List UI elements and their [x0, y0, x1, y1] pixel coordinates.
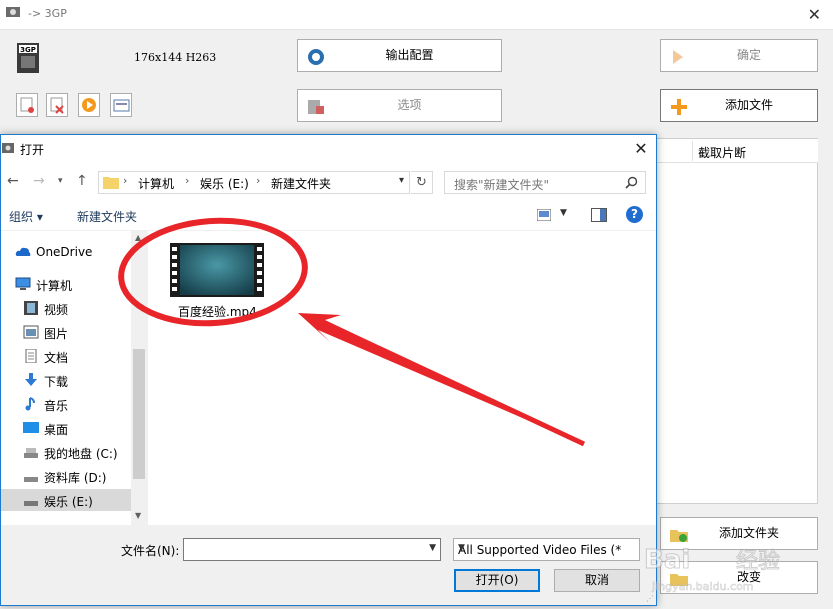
dialog-close-icon[interactable]: ✕: [626, 135, 656, 163]
svg-text:3GP: 3GP: [20, 46, 36, 54]
plus-icon: [671, 99, 687, 115]
drive-icon: [24, 477, 38, 482]
computer-icon: [15, 277, 31, 290]
file-type-select[interactable]: All Supported Video Files (*. ▼: [453, 538, 640, 561]
nav-item-drive-d[interactable]: 资料库 (D:): [1, 465, 131, 487]
confirm-button[interactable]: 确定: [660, 39, 818, 72]
video-thumbnail-icon: [170, 243, 264, 297]
nav-item-music[interactable]: 音乐: [1, 393, 131, 415]
nav-item-desktop[interactable]: 桌面: [1, 417, 131, 439]
remove-icon: [50, 97, 64, 114]
dialog-app-icon: [2, 143, 14, 153]
info-button[interactable]: [110, 93, 132, 117]
svg-text:jingyan.baidu.com: jingyan.baidu.com: [651, 580, 754, 593]
folder-icon: [103, 177, 119, 189]
view-mode-icon[interactable]: [537, 209, 551, 221]
nav-item-downloads[interactable]: 下载: [1, 369, 131, 391]
open-button[interactable]: 打开(O): [454, 569, 540, 592]
output-config-button[interactable]: 输出配置: [297, 39, 502, 72]
nav-scrollbar[interactable]: ▲ ▼: [131, 231, 147, 525]
filename-label: 文件名(N):: [121, 544, 180, 558]
file-view: 百度经验.mp4: [148, 231, 656, 525]
drive-icon: [24, 501, 38, 506]
new-folder-button[interactable]: 新建文件夹: [77, 208, 137, 225]
3gp-format-icon: 3GP: [17, 43, 39, 73]
download-icon: [25, 373, 37, 386]
clip-column-header: 截取片断: [698, 146, 747, 160]
list-header: 截取片断: [656, 139, 818, 163]
desktop-icon: [23, 422, 39, 433]
nav-item-documents[interactable]: 文档: [1, 345, 131, 367]
play-icon: [82, 98, 96, 112]
dialog-title: 打开: [20, 143, 45, 157]
preview-pane-icon[interactable]: [591, 208, 607, 222]
address-dropdown-icon[interactable]: ▾: [399, 175, 404, 186]
search-input[interactable]: 搜索"新建文件夹": [444, 171, 646, 194]
format-spec: 176x144 H263: [134, 51, 217, 64]
drive-icon: [24, 448, 38, 458]
baidu-watermark-logo: Bai 经验 jingyan.baidu.com: [644, 545, 781, 594]
gear-icon: [308, 49, 324, 65]
forward-arrow-icon[interactable]: →: [33, 173, 45, 189]
document-icon: [25, 349, 37, 363]
help-icon[interactable]: ?: [626, 206, 643, 223]
navigation-bar: ← → ▾ ↑ › 计算机 › 娱乐 (E:) › 新建文件夹 ▾ ↻ 搜索"新…: [1, 163, 656, 199]
refresh-icon[interactable]: ↻: [411, 171, 433, 194]
search-placeholder: 搜索"新建文件夹": [454, 178, 550, 192]
navigation-pane: OneDrive 计算机 视频 图片 文档 下载 音乐 桌面 我的地盘 (C:)…: [1, 231, 147, 525]
info-icon: [113, 99, 130, 112]
cancel-button[interactable]: 取消: [554, 569, 640, 592]
converter-close-icon[interactable]: ✕: [808, 5, 821, 24]
remove-button[interactable]: [46, 93, 68, 117]
app-icon: [6, 7, 20, 17]
clear-list-button[interactable]: [16, 93, 38, 117]
svg-text:Bai: Bai: [644, 545, 690, 575]
file-name-label: 百度经验.mp4: [178, 305, 257, 319]
dialog-bottom: 文件名(N): ▼ All Supported Video Files (*. …: [1, 525, 656, 605]
dialog-titlebar: 打开 ✕: [1, 135, 656, 163]
filename-input[interactable]: ▼: [183, 538, 441, 561]
converter-titlebar: -> 3GP ✕: [0, 0, 833, 30]
breadcrumb-computer[interactable]: 计算机: [138, 175, 174, 192]
options-button[interactable]: 选项: [297, 89, 502, 122]
open-dialog: 打开 ✕ ← → ▾ ↑ › 计算机 › 娱乐 (E:) › 新建文件夹 ▾ ↻…: [0, 134, 657, 606]
cloud-icon: [15, 247, 31, 256]
organize-menu[interactable]: 组织 ▾: [9, 208, 43, 225]
breadcrumb-new-folder[interactable]: 新建文件夹: [271, 175, 331, 192]
app-root: -> 3GP ✕ 3GP 176x144 H263 输出配置 选项 确定 添加文…: [0, 0, 833, 609]
file-list-panel[interactable]: [656, 138, 818, 504]
address-bar[interactable]: › 计算机 › 娱乐 (E:) › 新建文件夹 ▾: [98, 171, 410, 194]
nav-item-drive-e[interactable]: 娱乐 (E:): [1, 489, 131, 511]
video-icon: [24, 301, 38, 315]
scroll-down-icon[interactable]: ▼: [135, 511, 141, 520]
filename-dropdown-icon[interactable]: ▼: [429, 543, 436, 553]
scroll-up-icon[interactable]: ▲: [135, 233, 141, 242]
nav-item-onedrive[interactable]: OneDrive: [1, 241, 131, 263]
scrollbar-thumb[interactable]: [133, 349, 145, 479]
nav-item-pictures[interactable]: 图片: [1, 321, 131, 343]
recent-dropdown-icon[interactable]: ▾: [58, 176, 63, 186]
up-arrow-icon[interactable]: ↑: [76, 173, 88, 189]
nav-item-videos[interactable]: 视频: [1, 297, 131, 319]
command-bar: 组织 ▾ 新建文件夹 ▼ ?: [1, 199, 656, 231]
breadcrumb-drive-e[interactable]: 娱乐 (E:): [200, 175, 249, 192]
add-file-button[interactable]: 添加文件: [660, 89, 818, 122]
view-dropdown-icon[interactable]: ▼: [560, 208, 567, 218]
file-type-dropdown-icon[interactable]: ▼: [458, 543, 635, 553]
nav-item-drive-c[interactable]: 我的地盘 (C:): [1, 441, 131, 463]
picture-icon: [23, 325, 39, 339]
search-icon: [625, 176, 638, 189]
arrow-right-icon: [673, 50, 683, 64]
play-button[interactable]: [78, 93, 100, 117]
music-icon: [25, 397, 35, 411]
nav-item-computer[interactable]: 计算机: [1, 273, 131, 295]
film-options-icon: [308, 100, 324, 114]
clear-icon: [20, 97, 34, 113]
back-arrow-icon[interactable]: ←: [7, 173, 19, 189]
converter-title: -> 3GP: [28, 7, 67, 20]
svg-text:经验: 经验: [736, 549, 780, 574]
